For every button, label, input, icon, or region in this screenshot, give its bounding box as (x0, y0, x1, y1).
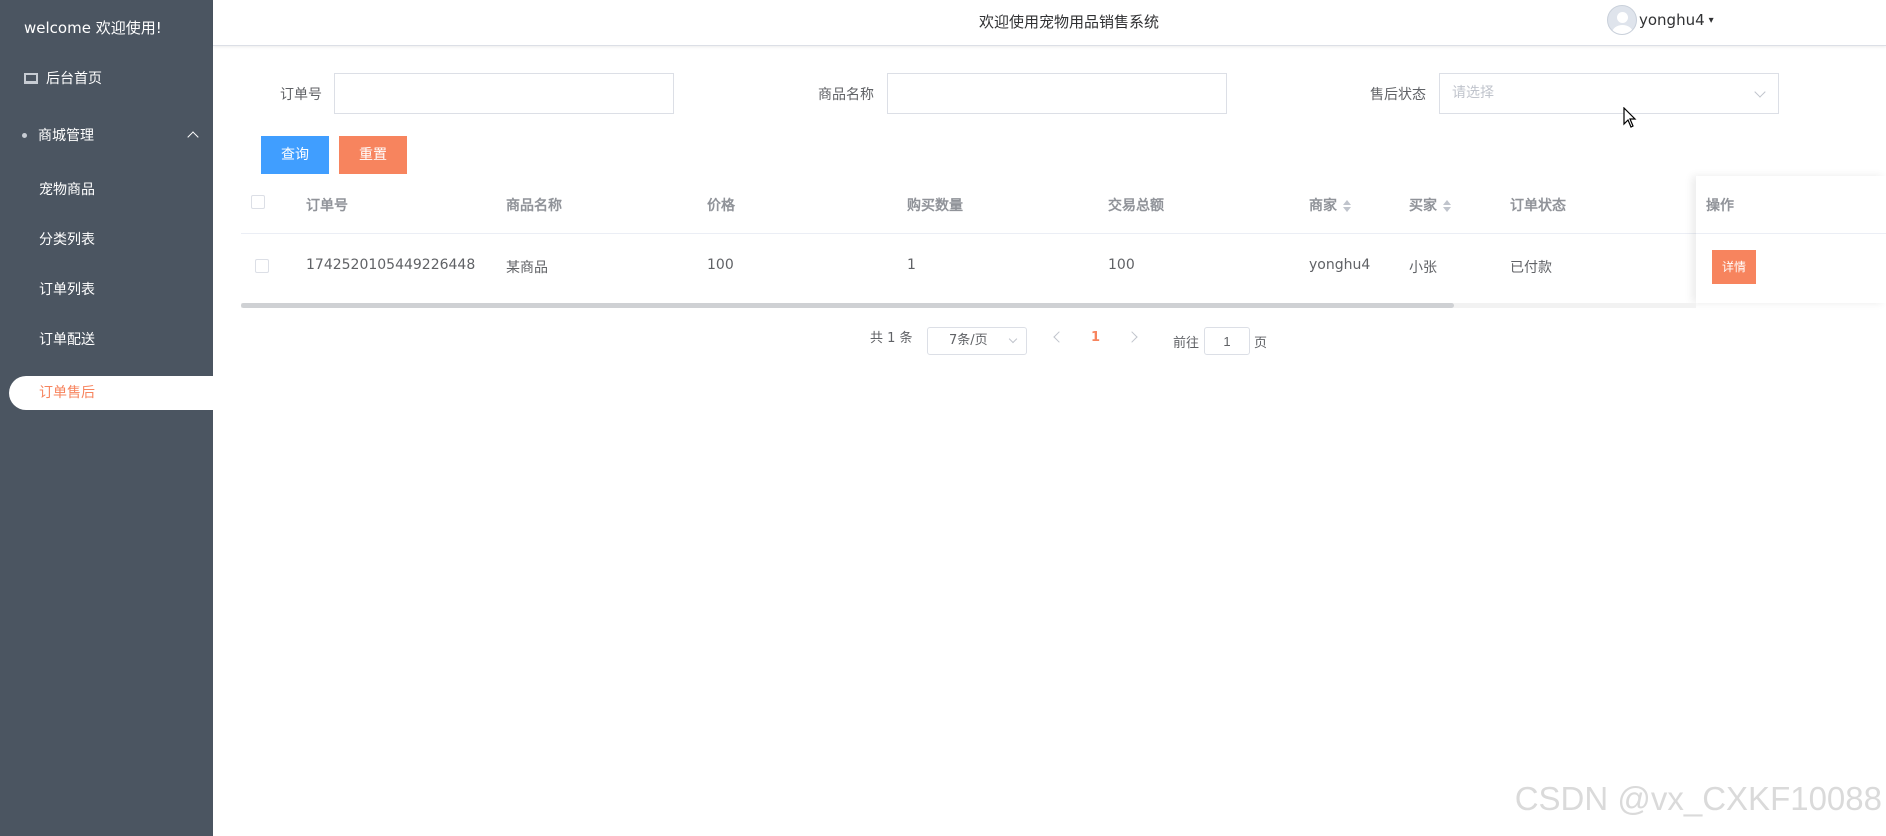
detail-button[interactable]: 详情 (1712, 250, 1756, 284)
cell-price: 100 (707, 257, 734, 273)
cell-buyer: 小张 (1409, 260, 1437, 276)
user-menu[interactable]: yonghu4 ▾ (1607, 5, 1714, 35)
watermark: CSDN @vx_CXKF10088 (1514, 780, 1882, 817)
welcome-text: welcome 欢迎使用! (24, 19, 162, 37)
cell-status: 已付款 (1510, 260, 1552, 276)
product-name-label: 商品名称 (818, 87, 874, 103)
after-sales-status-label: 售后状态 (1370, 87, 1426, 103)
table-header: 订单号 商品名称 价格 购买数量 交易总额 商家 买家 订单状态 (241, 176, 1886, 234)
monitor-icon (24, 72, 38, 84)
username: yonghu4 (1639, 11, 1705, 29)
top-header: 欢迎使用宠物用品销售系统 yonghu4 ▾ (213, 0, 1886, 46)
page-size-select[interactable]: 7条/页 (927, 327, 1027, 355)
select-all-checkbox[interactable] (251, 195, 265, 209)
sidebar-item-order-delivery[interactable]: 订单配送 (39, 329, 95, 349)
chevron-down-icon (1754, 86, 1766, 98)
column-header-price: 价格 (707, 198, 735, 214)
scrollbar-thumb[interactable] (241, 303, 1454, 308)
order-no-input[interactable] (334, 73, 674, 114)
column-header-buyer[interactable]: 买家 (1409, 195, 1451, 215)
goto-page-input[interactable] (1204, 327, 1250, 355)
sidebar-item-after-sales[interactable]: 订单售后 (9, 376, 213, 410)
table-row: 1742520105449226448 某商品 100 1 100 yonghu… (241, 234, 1886, 299)
after-sales-status-select[interactable]: 请选择 (1439, 73, 1779, 114)
reset-button[interactable]: 重置 (339, 136, 407, 174)
column-header-merchant[interactable]: 商家 (1309, 195, 1351, 215)
sidebar: welcome 欢迎使用! 后台首页 商城管理 宠物商品 分类列表 订单列表 订… (0, 0, 213, 836)
sidebar-item-pet-products[interactable]: 宠物商品 (39, 179, 95, 199)
caret-down-icon: ▾ (1708, 14, 1714, 26)
column-header-total: 交易总额 (1108, 198, 1164, 214)
column-header-label: 买家 (1409, 198, 1437, 214)
page-number-current[interactable]: 1 (1091, 330, 1100, 345)
column-header-quantity: 购买数量 (907, 198, 963, 214)
cell-order-no: 1742520105449226448 (306, 257, 476, 273)
sort-icon[interactable] (1343, 200, 1351, 212)
sidebar-group-mall[interactable]: 商城管理 (22, 125, 199, 145)
page-suffix: 页 (1254, 336, 1268, 351)
pagination-total: 共 1 条 (870, 331, 913, 346)
page-title: 欢迎使用宠物用品销售系统 (979, 13, 1160, 31)
mouse-cursor-icon (1623, 107, 1637, 128)
sidebar-item-label: 后台首页 (46, 71, 102, 87)
sort-icon[interactable] (1443, 200, 1451, 212)
actions-column: 操作 详情 (1696, 176, 1886, 303)
column-header-label: 操作 (1706, 198, 1734, 214)
column-header-label: 商家 (1309, 198, 1337, 214)
horizontal-scrollbar[interactable] (241, 303, 1696, 308)
cell-merchant: yonghu4 (1309, 257, 1371, 273)
chevron-down-icon (1008, 334, 1018, 344)
query-button[interactable]: 查询 (261, 136, 329, 174)
cell-total: 100 (1108, 257, 1135, 273)
bullet-icon (22, 132, 27, 138)
next-page-icon[interactable] (1126, 331, 1138, 343)
sidebar-group-label: 商城管理 (38, 128, 94, 144)
chevron-up-icon (187, 131, 199, 143)
avatar (1607, 5, 1637, 35)
sidebar-item-order-list[interactable]: 订单列表 (39, 279, 95, 299)
column-header-status: 订单状态 (1510, 198, 1566, 214)
cell-quantity: 1 (907, 257, 916, 273)
goto-label: 前往 (1173, 336, 1200, 351)
column-header-product: 商品名称 (506, 198, 562, 214)
column-header-order-no: 订单号 (306, 198, 348, 214)
sidebar-item-category-list[interactable]: 分类列表 (39, 229, 95, 249)
select-placeholder: 请选择 (1452, 85, 1494, 101)
column-header-actions: 操作 (1696, 176, 1886, 234)
prev-page-icon[interactable] (1053, 331, 1065, 343)
cell-product: 某商品 (506, 260, 548, 276)
product-name-input[interactable] (887, 73, 1227, 114)
order-no-label: 订单号 (280, 87, 322, 103)
row-checkbox[interactable] (255, 259, 269, 273)
sidebar-item-home[interactable]: 后台首页 (24, 68, 102, 88)
page-size-value: 7条/页 (949, 333, 988, 348)
